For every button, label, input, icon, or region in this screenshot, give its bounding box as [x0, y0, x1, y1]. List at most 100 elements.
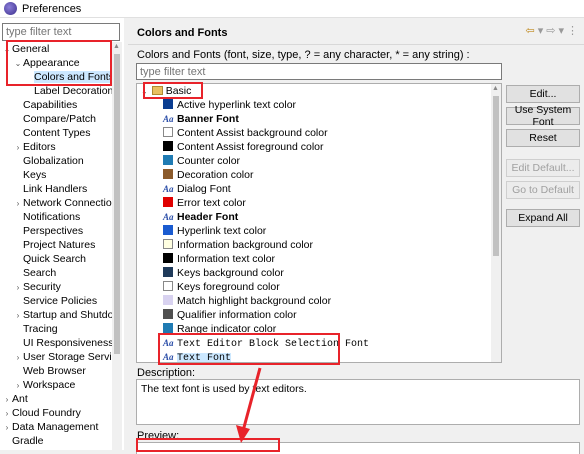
back-menu-chevron-icon[interactable]: ▾ [538, 24, 544, 37]
reset-button[interactable]: Reset [506, 129, 580, 147]
tree-item-label: Ant [12, 393, 28, 405]
color-swatch-icon [163, 295, 173, 305]
tree-item[interactable]: Perspectives [0, 224, 112, 238]
tree-item[interactable]: Notifications [0, 210, 112, 224]
color-item[interactable]: Range indicator color [137, 322, 501, 336]
color-item[interactable]: Information text color [137, 252, 501, 266]
color-item[interactable]: Counter color [137, 154, 501, 168]
tree-item[interactable]: Label Decorations [0, 84, 112, 98]
edit-button[interactable]: Edit... [506, 85, 580, 103]
page-nav: ⇦ ▾ ⇨ ▾ ⋮ [526, 24, 579, 37]
font-item[interactable]: Aa Text Font [137, 350, 501, 363]
chevron-right-icon[interactable]: › [2, 407, 12, 420]
tree-item[interactable]: ›Startup and Shutdown [0, 308, 112, 322]
chevron-down-icon[interactable]: ⌄ [13, 57, 23, 70]
tree-item[interactable]: UI Responsiveness [0, 336, 112, 350]
chevron-right-icon[interactable]: › [13, 141, 23, 154]
use-system-font-button[interactable]: Use System Font [506, 104, 580, 128]
tree-item[interactable]: Service Policies [0, 294, 112, 308]
tree-item-label: UI Responsiveness [23, 337, 112, 349]
chevron-right-icon[interactable]: › [13, 351, 23, 364]
tree-item[interactable]: › Workspace [0, 378, 112, 392]
go-to-default-button[interactable]: Go to Default [506, 181, 580, 199]
tree-scrollbar[interactable]: ▲ [112, 42, 122, 450]
tree-item-label: Perspectives [23, 225, 84, 237]
font-item[interactable]: Aa Banner Font [137, 112, 501, 126]
chevron-down-icon[interactable]: ⌄ [141, 87, 148, 96]
item-label: Active hyperlink text color [177, 99, 297, 111]
tree-item-label: Startup and Shutdown [23, 309, 112, 321]
tree-item[interactable]: ⌄ General [0, 42, 112, 56]
preferences-tree: ⌄ General ⌄ Appearance Colors and Fonts Label… [0, 42, 112, 448]
chevron-down-icon[interactable]: ⌄ [2, 43, 12, 56]
category-basic[interactable]: ⌄ Basic [137, 84, 501, 98]
tree-item[interactable]: Content Types [0, 126, 112, 140]
chevron-right-icon[interactable]: › [2, 421, 12, 434]
tree-item-label: Security [23, 281, 61, 293]
tree-item[interactable]: › Editors [0, 140, 112, 154]
edit-default-button[interactable]: Edit Default... [506, 159, 580, 177]
back-arrow-icon[interactable]: ⇦ [526, 24, 535, 37]
view-menu-icon[interactable]: ⋮ [567, 24, 578, 37]
chevron-right-icon[interactable]: › [13, 197, 23, 210]
chevron-right-icon[interactable]: › [13, 281, 23, 294]
chevron-right-icon[interactable]: › [13, 379, 23, 392]
color-item[interactable]: Error text color [137, 196, 501, 210]
color-swatch-icon [163, 253, 173, 263]
tree-item-label: Tracing [23, 323, 58, 335]
tree-item[interactable]: › Security [0, 280, 112, 294]
tree-item[interactable]: Keys [0, 168, 112, 182]
tree-item[interactable]: Capabilities [0, 98, 112, 112]
tree-item[interactable]: Quick Search [0, 252, 112, 266]
tree-item[interactable]: Search [0, 266, 112, 280]
tree-item[interactable]: Tracing [0, 322, 112, 336]
font-item[interactable]: Aa Dialog Font [137, 182, 501, 196]
tree-item[interactable]: ›User Storage Service [0, 350, 112, 364]
font-item[interactable]: Aa Header Font [137, 210, 501, 224]
color-item[interactable]: Content Assist foreground color [137, 140, 501, 154]
tree-item[interactable]: Gradle [0, 434, 112, 448]
color-swatch-icon [163, 99, 173, 109]
color-item[interactable]: Content Assist background color [137, 126, 501, 140]
color-swatch-icon [163, 225, 173, 235]
color-item[interactable]: Information background color [137, 238, 501, 252]
chevron-right-icon[interactable]: › [13, 309, 23, 322]
colors-filter-input[interactable] [136, 63, 502, 80]
color-item[interactable]: Keys background color [137, 266, 501, 280]
item-label: Banner Font [177, 113, 239, 125]
tree-item[interactable]: ⌄ Appearance [0, 56, 112, 70]
tree-item[interactable]: › Cloud Foundry [0, 406, 112, 420]
forward-menu-chevron-icon[interactable]: ▾ [558, 24, 564, 37]
color-item[interactable]: Qualifier information color [137, 308, 501, 322]
color-item[interactable]: Match highlight background color [137, 294, 501, 308]
font-icon: Aa [163, 338, 174, 348]
tree-item-label: Network Connections [23, 197, 112, 209]
scrollbar-thumb[interactable] [493, 96, 499, 256]
tree-item[interactable]: ›Network Connections [0, 196, 112, 210]
scrollbar-thumb[interactable] [114, 54, 120, 354]
scroll-up-icon[interactable]: ▲ [113, 43, 120, 50]
tree-item-label: Link Handlers [23, 183, 88, 195]
chevron-right-icon[interactable]: › [2, 393, 12, 406]
colors-fonts-page: Colors and Fonts ⇦ ▾ ⇨ ▾ ⋮ Colors and Fo… [128, 18, 584, 454]
tree-item[interactable]: Colors and Fonts [0, 70, 112, 84]
color-item[interactable]: Hyperlink text color [137, 224, 501, 238]
color-item[interactable]: Keys foreground color [137, 280, 501, 294]
tree-item[interactable]: › Ant [0, 392, 112, 406]
list-scrollbar[interactable]: ▲ [491, 84, 501, 362]
font-item[interactable]: Aa Text Editor Block Selection Font [137, 336, 501, 350]
color-item[interactable]: Active hyperlink text color [137, 98, 501, 112]
color-item[interactable]: Decoration color [137, 168, 501, 182]
expand-all-button[interactable]: Expand All [506, 209, 580, 227]
tree-item[interactable]: › Data Management [0, 420, 112, 434]
color-swatch-icon [163, 323, 173, 333]
scroll-up-icon[interactable]: ▲ [492, 85, 499, 92]
tree-item[interactable]: Web Browser [0, 364, 112, 378]
tree-filter-input[interactable] [2, 23, 120, 41]
tree-item[interactable]: Link Handlers [0, 182, 112, 196]
item-label: Text Font [177, 353, 232, 363]
tree-item[interactable]: Globalization [0, 154, 112, 168]
tree-item[interactable]: Compare/Patch [0, 112, 112, 126]
tree-item[interactable]: Project Natures [0, 238, 112, 252]
forward-arrow-icon[interactable]: ⇨ [546, 24, 555, 37]
